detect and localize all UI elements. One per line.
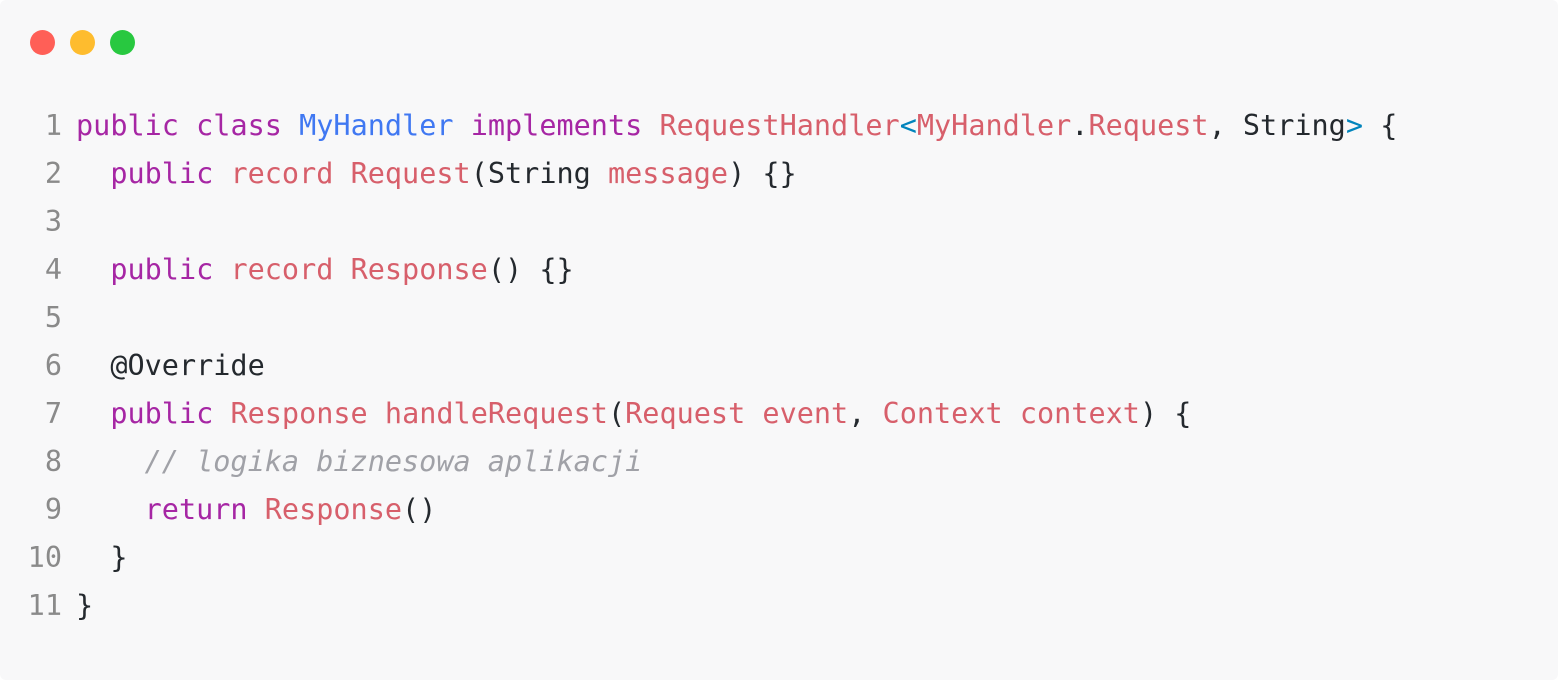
code-block: 1 public class MyHandler implements Reque… xyxy=(0,102,1558,630)
line-source: public Response handleRequest(Request ev… xyxy=(76,390,1191,438)
code-line: 9 return Response() xyxy=(0,486,1558,534)
line-source: public record Request(String message) {} xyxy=(76,150,797,198)
code-token: , xyxy=(848,397,883,430)
line-source: @Override xyxy=(76,342,265,390)
code-token: ) {} xyxy=(728,157,797,190)
code-token: public xyxy=(110,253,214,286)
line-source: public class MyHandler implements Reques… xyxy=(76,102,1397,150)
code-token: ( xyxy=(607,397,626,430)
code-token: event xyxy=(762,397,849,430)
code-token: MyHandler xyxy=(299,109,454,142)
code-token: RequestHandler xyxy=(659,109,900,142)
close-window-icon[interactable] xyxy=(30,30,55,55)
code-token: Context xyxy=(882,397,1003,430)
code-token: public xyxy=(110,397,214,430)
code-token: Request xyxy=(1088,109,1209,142)
code-token: . xyxy=(1071,109,1089,142)
line-source: public record Response() {} xyxy=(76,246,574,294)
line-number: 3 xyxy=(44,205,62,238)
code-line: 3 xyxy=(0,198,1558,246)
window-controls xyxy=(30,30,135,55)
line-number: 10 xyxy=(27,541,62,574)
line-number: 11 xyxy=(27,589,62,622)
code-token: < xyxy=(899,109,917,142)
code-token: public xyxy=(76,109,179,142)
code-token: () {} xyxy=(487,253,574,286)
line-source: return Response() xyxy=(76,486,437,534)
line-number: 5 xyxy=(44,301,62,334)
code-token: public xyxy=(110,157,214,190)
code-token: , String xyxy=(1208,109,1346,142)
code-token: () xyxy=(402,493,437,526)
code-token: Response xyxy=(350,253,488,286)
code-line: 1 public class MyHandler implements Reque… xyxy=(0,102,1558,150)
code-line: 8 // logika biznesowa aplikacji xyxy=(0,438,1558,486)
line-source: // logika biznesowa aplikacji xyxy=(76,438,643,486)
code-line: 6 @Override xyxy=(0,342,1558,390)
code-token: class xyxy=(196,109,282,142)
code-token: Response xyxy=(230,397,368,430)
code-window: 1 public class MyHandler implements Reque… xyxy=(0,0,1558,680)
line-source: } xyxy=(76,534,127,582)
minimize-window-icon[interactable] xyxy=(70,30,95,55)
line-number: 7 xyxy=(44,397,62,430)
code-line: 10 } xyxy=(0,534,1558,582)
code-token: context xyxy=(1019,397,1140,430)
line-number: 1 xyxy=(44,109,62,142)
code-token: (String xyxy=(470,157,608,190)
code-token: } xyxy=(76,589,94,622)
code-token: > xyxy=(1345,109,1364,142)
code-token: implements xyxy=(470,109,643,142)
line-number: 4 xyxy=(44,253,62,286)
code-line: 4 public record Response() {} xyxy=(0,246,1558,294)
code-token: record xyxy=(230,253,334,286)
code-token: handleRequest xyxy=(384,397,608,430)
code-token: Response xyxy=(264,493,403,526)
line-number: 2 xyxy=(44,157,62,190)
code-line: 11} xyxy=(0,582,1558,630)
code-token: ) { xyxy=(1139,397,1192,430)
code-token: return xyxy=(144,493,248,526)
code-line: 2 public record Request(String message) … xyxy=(0,150,1558,198)
maximize-window-icon[interactable] xyxy=(110,30,135,55)
line-number: 9 xyxy=(44,493,62,526)
code-token: MyHandler xyxy=(916,109,1072,142)
code-token: message xyxy=(607,157,729,190)
line-number: 6 xyxy=(44,349,62,382)
code-token: Request xyxy=(625,397,746,430)
code-line: 5 xyxy=(0,294,1558,342)
code-token: } xyxy=(76,541,128,574)
line-number: 8 xyxy=(44,445,62,478)
code-token: record xyxy=(230,157,334,190)
code-token: { xyxy=(1363,109,1398,142)
line-source: } xyxy=(76,582,93,630)
code-token: Request xyxy=(350,157,471,190)
code-token: // logika biznesowa aplikacji xyxy=(144,445,643,478)
code-line: 7 public Response handleRequest(Request … xyxy=(0,390,1558,438)
code-token: @Override xyxy=(76,349,265,382)
